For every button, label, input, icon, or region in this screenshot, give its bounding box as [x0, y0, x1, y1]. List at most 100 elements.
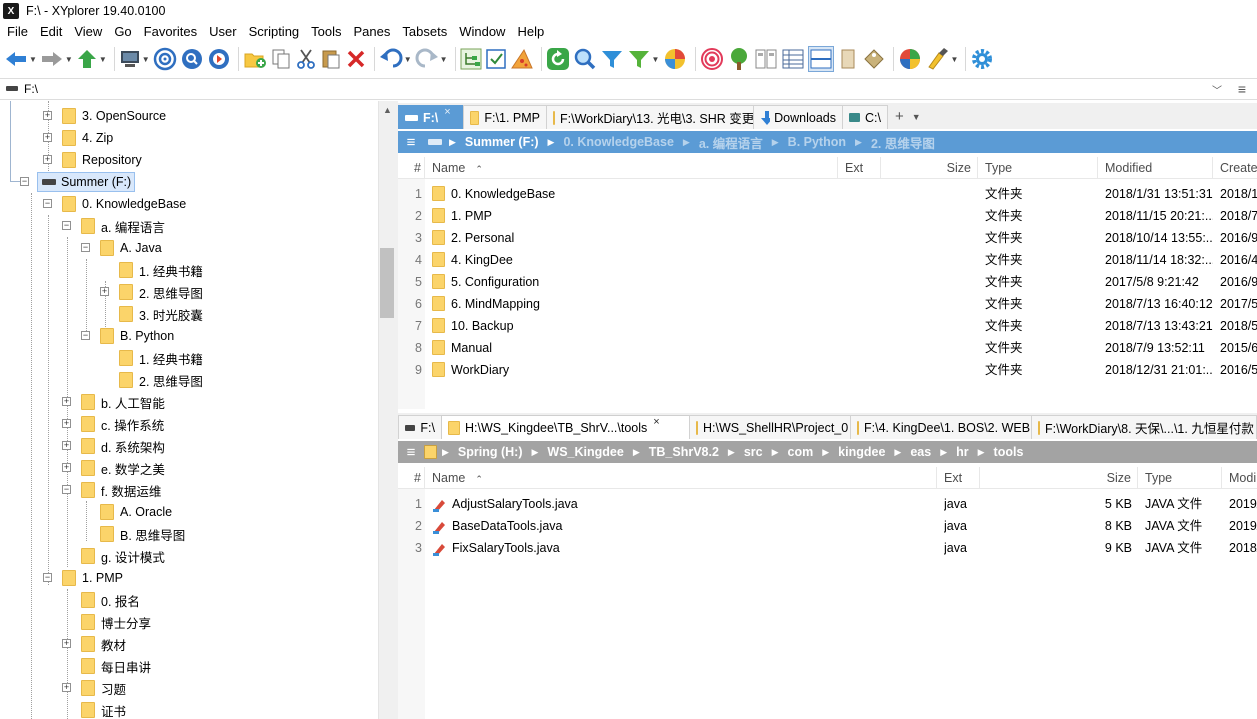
- hamburger-menu-icon[interactable]: ≡: [398, 134, 424, 151]
- breadcrumb-item[interactable]: 0. KnowledgeBase: [563, 135, 673, 149]
- file-row[interactable]: 1 AdjustSalaryTools.java java 5 KB JAVA 文件 20…: [398, 493, 1257, 515]
- tree-node-content[interactable]: 1. PMP: [62, 570, 123, 586]
- tree-node-content[interactable]: 证书: [81, 701, 126, 719]
- tree-node-content[interactable]: 0. 报名: [81, 591, 140, 610]
- tree-node-content[interactable]: 博士分享: [81, 613, 151, 632]
- hamburger-menu-icon[interactable]: ≡: [398, 444, 424, 461]
- tree-node-content[interactable]: 0. KnowledgeBase: [62, 196, 186, 212]
- pane2-tab-4[interactable]: F:\WorkDiary\8. 天保\...\1. 九恒星付款: [1031, 415, 1257, 439]
- breadcrumb-item[interactable]: a. 编程语言: [699, 133, 763, 152]
- file-row[interactable]: 2 1. PMP 文件夹 2018/11/15 20:21:... 2018/7,: [398, 205, 1257, 227]
- checkbox-icon[interactable]: [485, 46, 507, 72]
- tree-node-content[interactable]: 3. 时光胶囊: [119, 305, 203, 324]
- menu-go[interactable]: Go: [108, 22, 137, 42]
- pane2-tab-3[interactable]: F:\4. KingDee\1. BOS\2. WEB: [850, 415, 1032, 439]
- file-row[interactable]: 6 6. MindMapping 文件夹 2018/7/13 16:40:12 2017…: [398, 293, 1257, 315]
- paste-icon[interactable]: [320, 46, 342, 72]
- col-name[interactable]: Name ⌃: [425, 157, 838, 179]
- pane1-tab-3[interactable]: Downloads: [753, 105, 843, 129]
- col-type[interactable]: Type: [978, 157, 1098, 179]
- delete-icon[interactable]: [345, 46, 367, 72]
- goto-icon[interactable]: [207, 46, 231, 72]
- brush-icon[interactable]: ▼: [925, 46, 958, 72]
- file-row[interactable]: 5 5. Configuration 文件夹 2017/5/8 9:21:42 2016…: [398, 271, 1257, 293]
- scroll-thumb[interactable]: [380, 248, 394, 318]
- tree-node-content[interactable]: Summer (F:): [37, 172, 136, 192]
- tree-node-content[interactable]: Repository: [62, 152, 142, 168]
- details-view-icon[interactable]: [781, 46, 805, 72]
- menu-view[interactable]: View: [68, 22, 108, 42]
- back-icon[interactable]: ▼: [4, 46, 37, 72]
- tree-node-content[interactable]: c. 操作系统: [81, 415, 164, 434]
- pane1-tab-0[interactable]: F:\ ×: [398, 105, 464, 129]
- tree-node-content[interactable]: 习题: [81, 679, 126, 698]
- tree-node-content[interactable]: d. 系统架构: [81, 437, 165, 456]
- search-icon[interactable]: [180, 46, 204, 72]
- col-num[interactable]: #: [398, 467, 425, 489]
- menu-user[interactable]: User: [203, 22, 242, 42]
- breadcrumb-item[interactable]: tools: [994, 445, 1024, 459]
- close-icon[interactable]: ×: [653, 416, 659, 428]
- col-size[interactable]: Size: [980, 467, 1138, 489]
- col-ext[interactable]: Ext: [937, 467, 980, 489]
- expand-icon[interactable]: +: [100, 287, 109, 296]
- breadcrumb-item[interactable]: TB_ShrV8.2: [649, 445, 719, 459]
- file-row[interactable]: 2 BaseDataTools.java java 8 KB JAVA 文件 2019/: [398, 515, 1257, 537]
- hamburger-menu-icon[interactable]: ≡: [1227, 81, 1257, 97]
- file-row[interactable]: 9 WorkDiary 文件夹 2018/12/31 21:01:... 2016/5,: [398, 359, 1257, 381]
- target-icon[interactable]: [153, 46, 177, 72]
- horizontal-split-icon[interactable]: [808, 46, 835, 72]
- expand-icon[interactable]: +: [62, 683, 71, 692]
- col-created[interactable]: Created: [1213, 157, 1257, 179]
- col-name[interactable]: Name ⌃: [425, 467, 937, 489]
- menu-window[interactable]: Window: [453, 22, 511, 42]
- settings-icon[interactable]: [970, 46, 994, 72]
- pane2-tab-1[interactable]: H:\WS_Kingdee\TB_ShrV...\tools ×: [441, 415, 690, 439]
- chevron-down-icon[interactable]: ﹀: [1207, 82, 1227, 97]
- breadcrumb-item[interactable]: com: [788, 445, 814, 459]
- file-row[interactable]: 7 10. Backup 文件夹 2018/7/13 13:43:21 2018/5,: [398, 315, 1257, 337]
- expand-icon[interactable]: +: [62, 639, 71, 648]
- breadcrumb-item[interactable]: 2. 思维导图: [871, 133, 935, 152]
- breadcrumb-item[interactable]: WS_Kingdee: [547, 445, 623, 459]
- tab-list-dropdown[interactable]: ▼: [912, 105, 921, 129]
- breadcrumb-item[interactable]: Spring (H:): [458, 445, 523, 459]
- refresh-icon[interactable]: [546, 46, 570, 72]
- scroll-up-arrow-icon[interactable]: ▲: [383, 105, 392, 115]
- menu-tabsets[interactable]: Tabsets: [396, 22, 453, 42]
- tree-node-content[interactable]: 2. 思维导图: [119, 371, 203, 390]
- file-row[interactable]: 8 Manual 文件夹 2018/7/9 13:52:11 2015/6,: [398, 337, 1257, 359]
- pizza-icon[interactable]: [510, 46, 534, 72]
- pane1-tab-4[interactable]: C:\: [842, 105, 888, 129]
- tree-node-content[interactable]: 2. 思维导图: [119, 283, 203, 302]
- expand-icon[interactable]: +: [62, 397, 71, 406]
- collapse-icon[interactable]: −: [81, 331, 90, 340]
- tree-node-content[interactable]: 每日串讲: [81, 657, 151, 676]
- col-modified[interactable]: Modified: [1098, 157, 1213, 179]
- tree-toggle-icon[interactable]: [460, 46, 482, 72]
- menu-help[interactable]: Help: [511, 22, 550, 42]
- pane2-tab-0[interactable]: F:\: [398, 415, 442, 439]
- tree-node-content[interactable]: e. 数学之美: [81, 459, 165, 478]
- tree-node-content[interactable]: f. 数据运维: [81, 481, 161, 500]
- tree-node-content[interactable]: 4. Zip: [62, 130, 113, 146]
- tree-node-content[interactable]: 1. 经典书籍: [119, 349, 203, 368]
- tree-node-content[interactable]: 1. 经典书籍: [119, 261, 203, 280]
- tree-scrollbar[interactable]: ▲: [378, 101, 394, 719]
- tree-node-content[interactable]: B. 思维导图: [100, 525, 185, 544]
- redo-icon[interactable]: ▼: [415, 46, 448, 72]
- expand-icon[interactable]: +: [62, 441, 71, 450]
- menu-file[interactable]: File: [0, 22, 34, 42]
- tree-node-content[interactable]: A. Java: [100, 240, 162, 256]
- collapse-icon[interactable]: −: [62, 485, 71, 494]
- tree-node-content[interactable]: 3. OpenSource: [62, 108, 166, 124]
- tag-icon[interactable]: [862, 46, 886, 72]
- collapse-icon[interactable]: −: [81, 243, 90, 252]
- col-modified[interactable]: Modi: [1222, 467, 1257, 489]
- pane1-tab-1[interactable]: F:\1. PMP: [463, 105, 547, 129]
- collapse-icon[interactable]: −: [43, 573, 52, 582]
- close-icon[interactable]: ×: [444, 106, 450, 118]
- menu-panes[interactable]: Panes: [348, 22, 397, 42]
- file-row[interactable]: 4 4. KingDee 文件夹 2018/11/14 18:32:... 2016/4…: [398, 249, 1257, 271]
- tree-node-content[interactable]: g. 设计模式: [81, 547, 165, 566]
